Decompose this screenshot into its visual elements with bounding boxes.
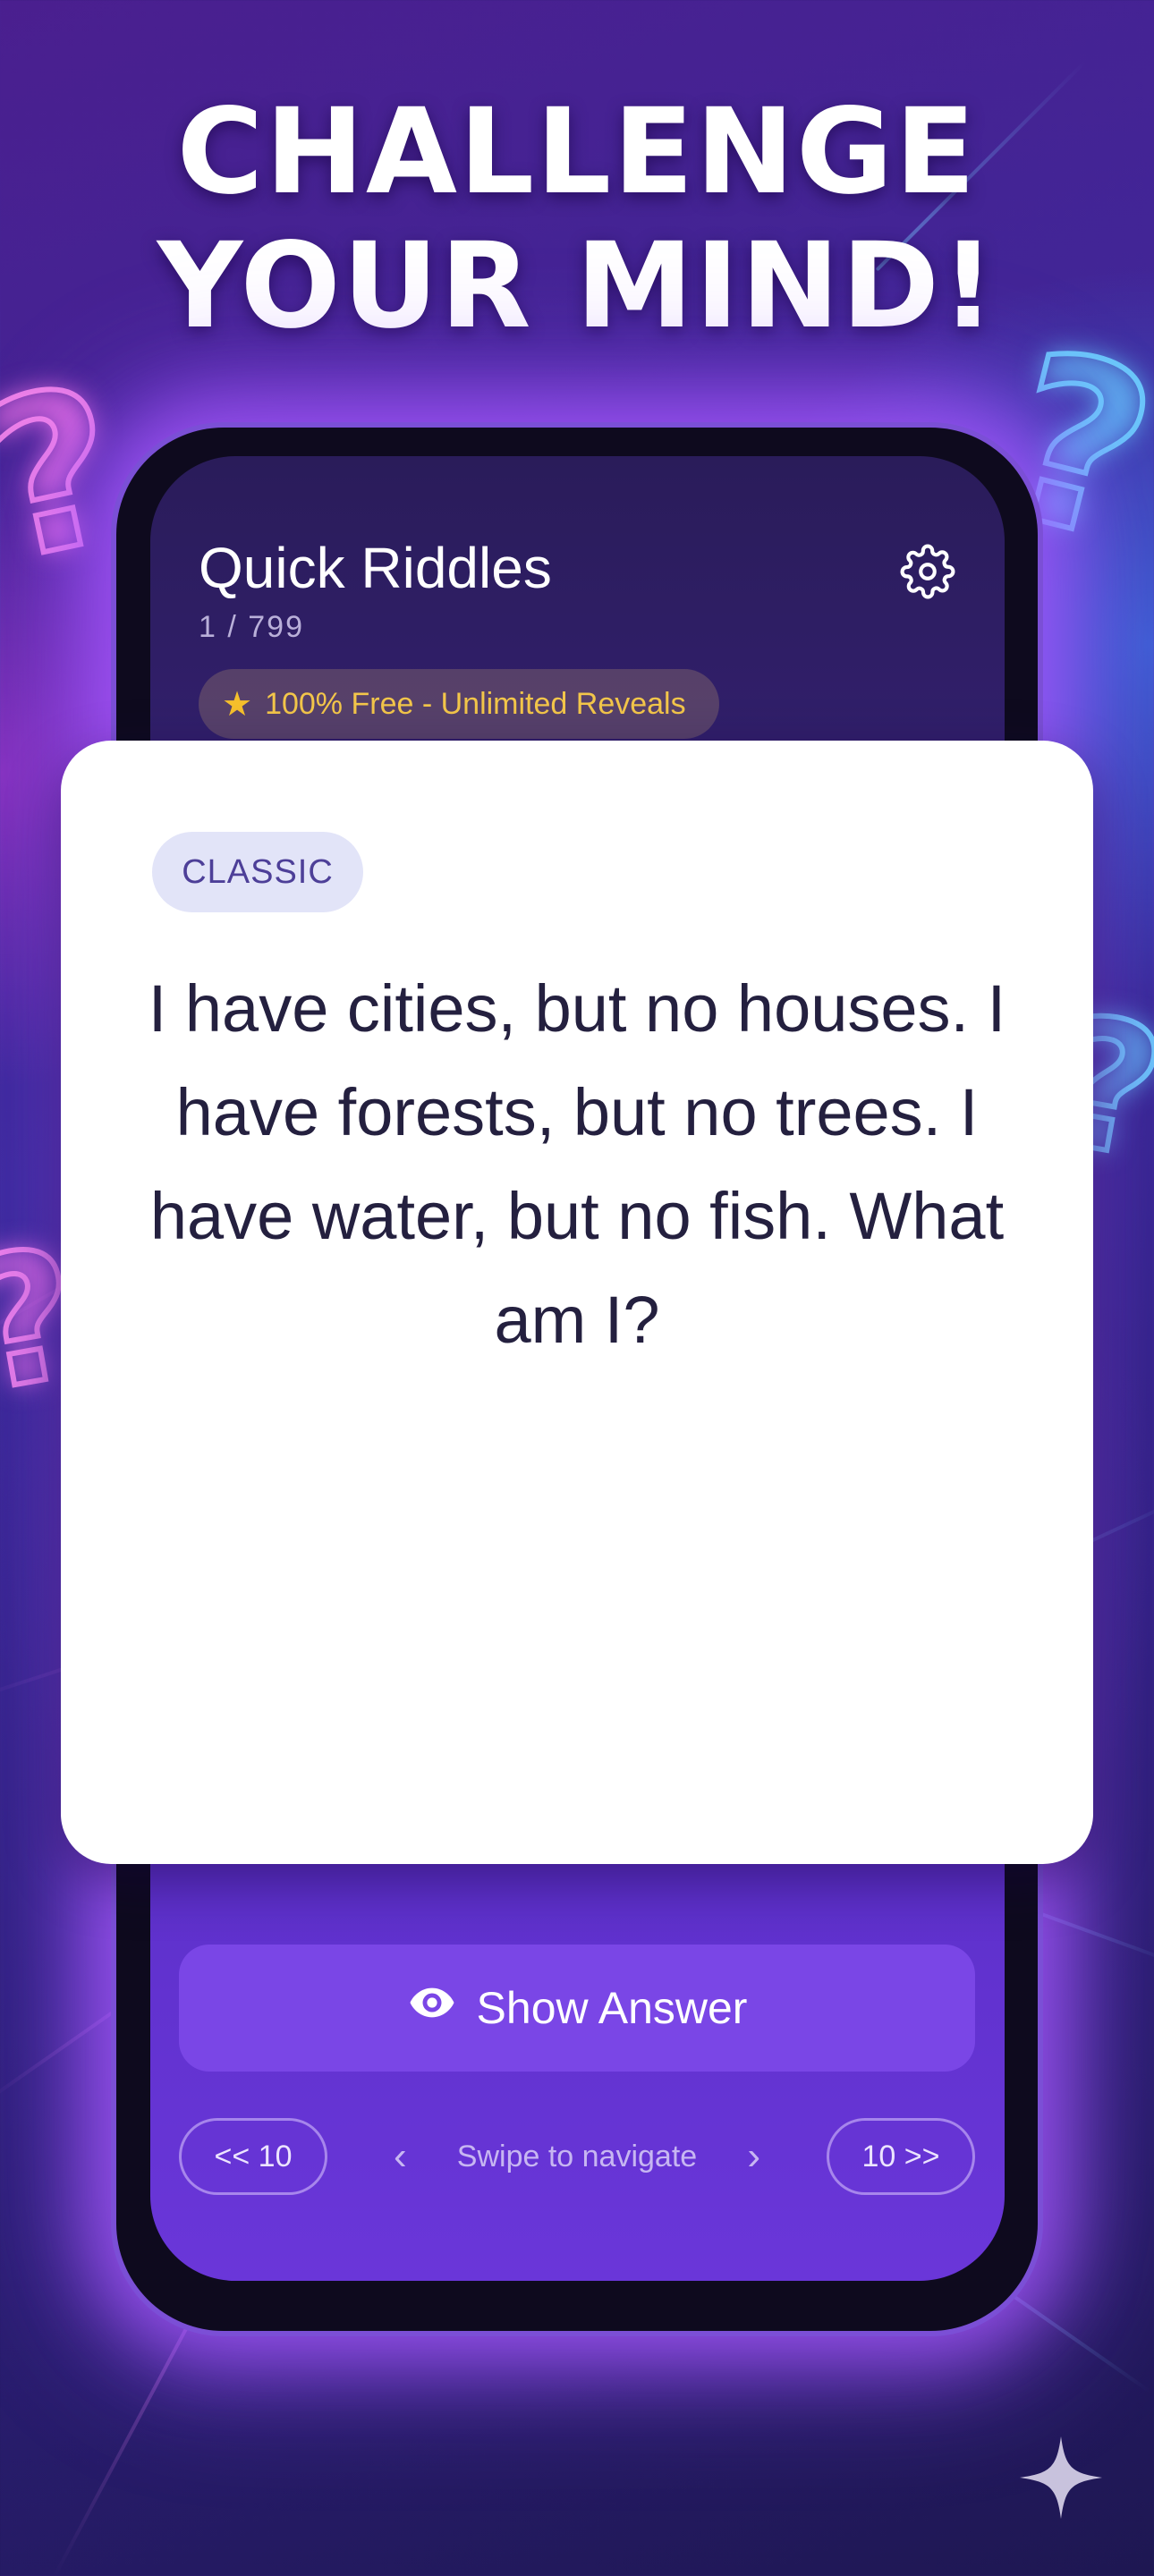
eye-icon — [407, 1978, 457, 2038]
category-badge: CLASSIC — [152, 832, 363, 912]
show-answer-label: Show Answer — [476, 1983, 748, 2033]
riddle-text: I have cities, but no houses. I have for… — [148, 971, 1006, 1357]
chevron-right-icon[interactable]: › — [747, 2134, 760, 2179]
app-title: Quick Riddles — [199, 536, 552, 600]
forward-10-button[interactable]: 10 >> — [827, 2118, 975, 2195]
swipe-hint-label: Swipe to navigate — [456, 2139, 698, 2174]
riddle-counter: 1 / 799 — [199, 610, 304, 644]
back-10-button[interactable]: << 10 — [179, 2118, 327, 2195]
swipe-hint[interactable]: ‹ Swipe to navigate › — [394, 2118, 760, 2195]
free-badge: ★ 100% Free - Unlimited Reveals — [199, 669, 719, 739]
headline-line-2: YOUR MIND! — [157, 217, 997, 355]
gear-icon[interactable] — [900, 544, 955, 599]
star-icon: ★ — [222, 685, 253, 724]
headline-line-1: CHALLENGE — [176, 83, 978, 221]
free-badge-label: 100% Free - Unlimited Reveals — [265, 686, 686, 721]
show-answer-button[interactable]: Show Answer — [179, 1945, 975, 2072]
chevron-left-icon[interactable]: ‹ — [394, 2134, 407, 2179]
sparkle-icon — [1018, 2435, 1104, 2521]
headline: CHALLENGE YOUR MIND! — [0, 85, 1154, 353]
